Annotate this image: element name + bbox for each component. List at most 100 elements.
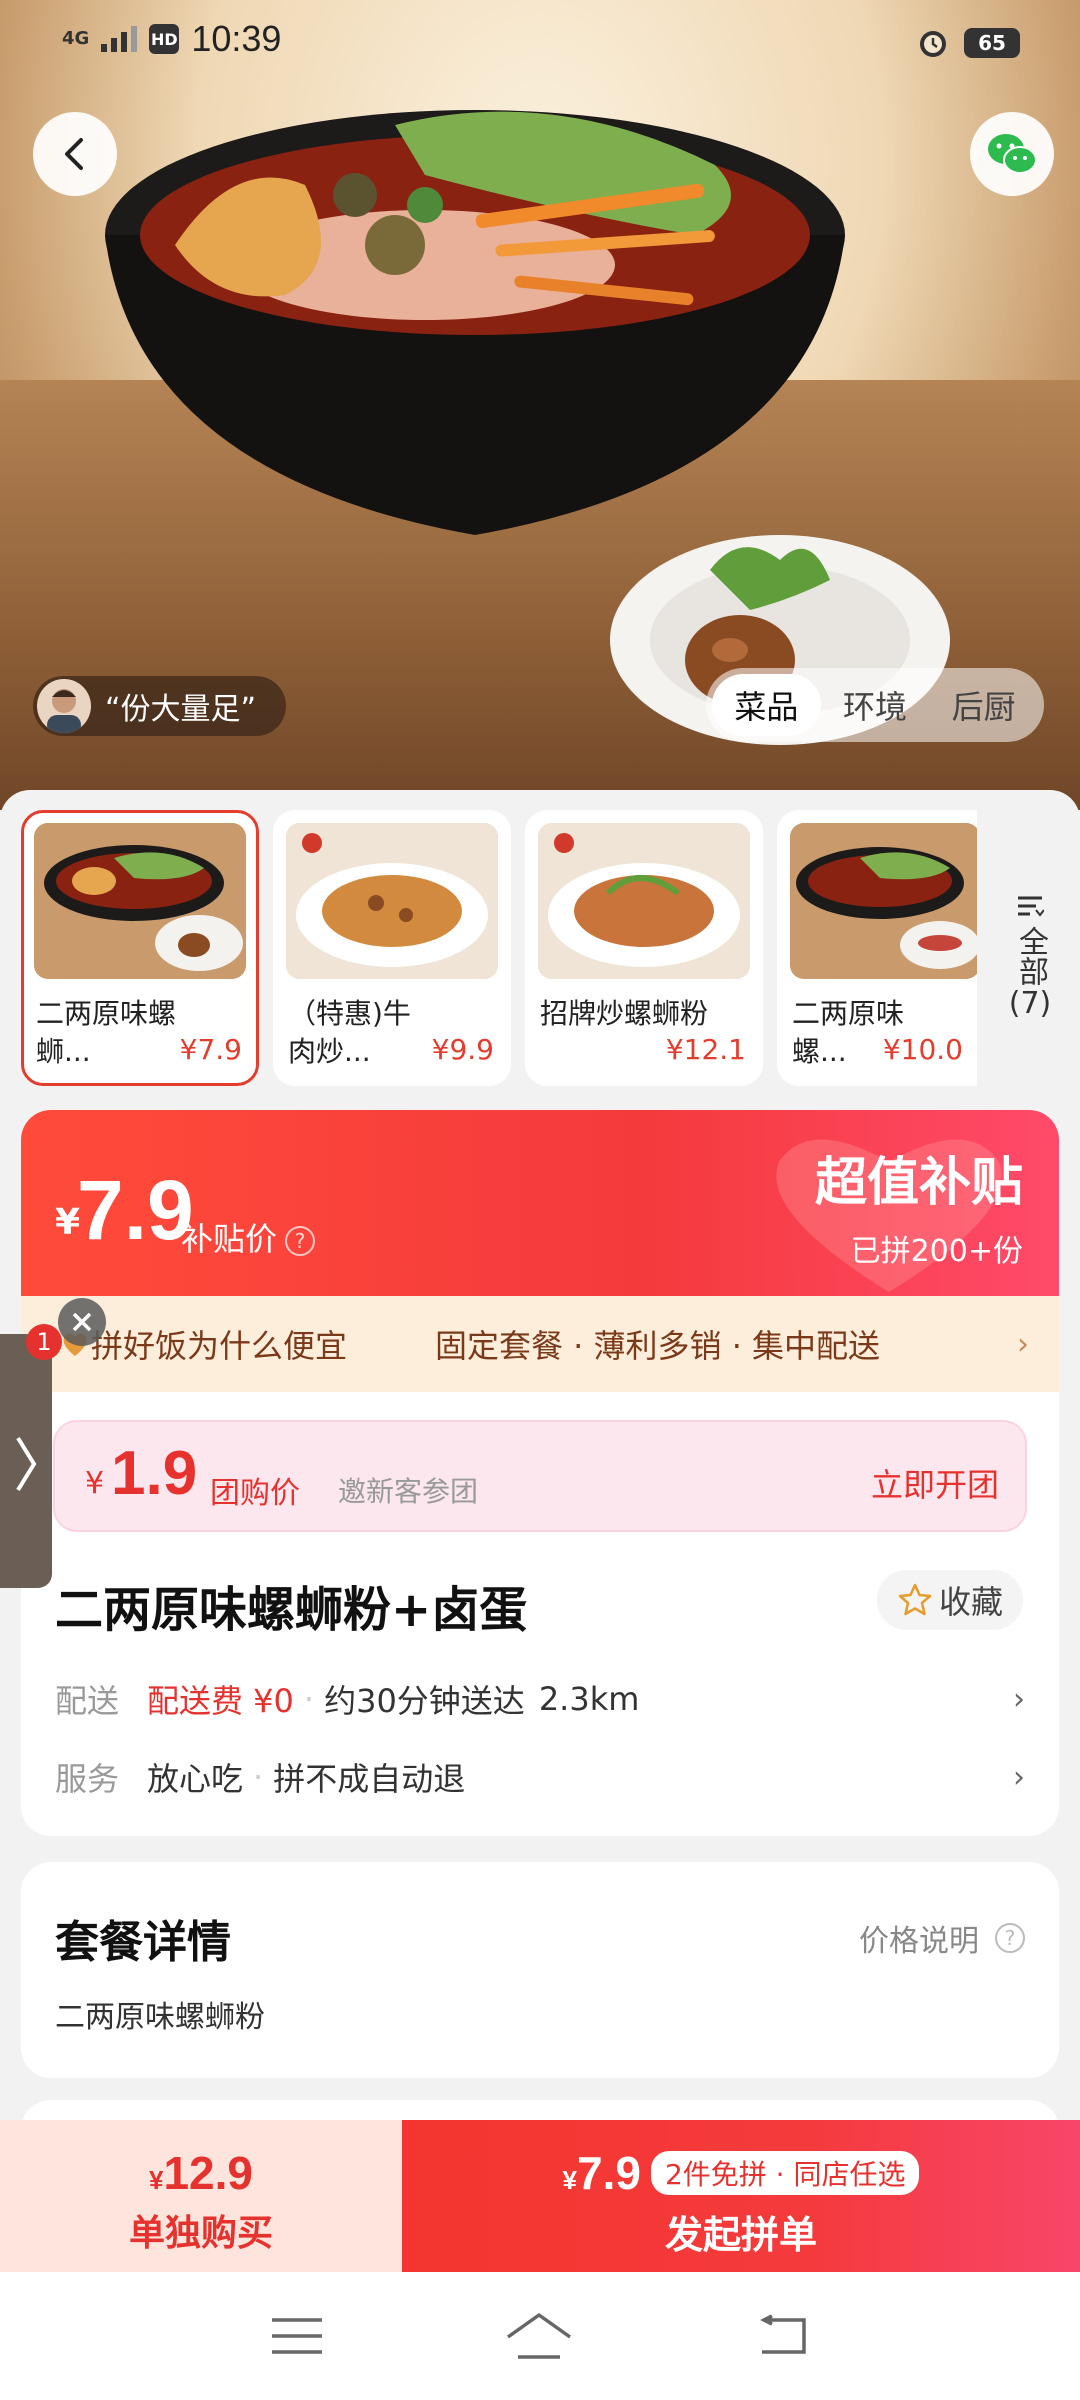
package-item: 二两原味螺蛳粉	[55, 2000, 265, 2035]
product-title: 二两原味螺蛳粉+卤蛋	[55, 1582, 528, 1638]
list-filter-icon	[1018, 896, 1045, 917]
subsidy-banner: ¥ 7.9 补贴价? 超值补贴 已拼200+份	[21, 1110, 1059, 1296]
price-explanation-button[interactable]: 价格说明 ?	[859, 1916, 1025, 1960]
dish-thumbnail	[790, 823, 977, 979]
favorite-label: 收藏	[938, 1583, 1003, 1621]
wechat-share-button[interactable]	[970, 112, 1054, 196]
noodle-bowl-image	[105, 110, 845, 535]
delivery-distance: 2.3km	[538, 1680, 640, 1718]
star-icon	[898, 1583, 932, 1616]
group-note: 邀新客参团	[338, 1475, 479, 1508]
buy-alone-label: 单独购买	[128, 2213, 273, 2254]
hd-icon: HD	[149, 24, 180, 54]
why-cheap-bar[interactable]: 拼好饭为什么便宜 固定套餐 · 薄利多销 · 集中配送 ›	[21, 1296, 1059, 1392]
start-group-order-button[interactable]: ¥7.9 2件免拼 · 同店任选 发起拼单	[402, 2120, 1080, 2272]
chevron-right-icon	[16, 1436, 37, 1492]
subsidy-label-text: 补贴价	[181, 1220, 278, 1258]
group-price: 1.9	[111, 1439, 198, 1508]
delivery-time: 约30分钟送达	[324, 1682, 525, 1720]
chevron-right-icon: ›	[1017, 1326, 1029, 1362]
subsidy-price: 7.9	[77, 1163, 194, 1257]
service-refund: 拼不成自动退	[273, 1760, 466, 1798]
back-nav-icon[interactable]	[754, 2314, 810, 2358]
photo-category-tabs: 菜品 环境 后厨	[706, 668, 1044, 742]
why-cheap-title: 拼好饭为什么便宜	[91, 1327, 348, 1365]
solo-currency: ¥	[149, 2165, 164, 2195]
subsidy-price-label: 补贴价?	[181, 1214, 316, 1260]
group-order-price-line: ¥7.9 2件免拼 · 同店任选	[402, 2146, 1080, 2200]
dish-name: 招牌炒螺蛳粉	[540, 997, 709, 1030]
network-indicator: 4G	[62, 28, 90, 49]
hero-image[interactable]: 4G HD 10:39 65 “份大量足” 菜品 环境 后厨	[0, 0, 1080, 810]
dish-card[interactable]: 招牌炒螺蛳粉 ¥12.1	[525, 810, 763, 1086]
service-row[interactable]: 服务 放心吃 · 拼不成自动退 ›	[55, 1752, 1025, 1802]
tab-kitchen[interactable]: 后厨	[929, 674, 1038, 736]
dish-price: ¥9.9	[431, 1033, 494, 1066]
all-dishes-button[interactable]: 全部 (7)	[1000, 890, 1060, 1022]
tab-environment[interactable]: 环境	[821, 674, 930, 736]
home-icon[interactable]	[504, 2311, 574, 2361]
service-key: 服务	[55, 1760, 120, 1798]
package-details-card: 套餐详情 价格说明 ? 二两原味螺蛳粉	[21, 1862, 1059, 2078]
bottom-action-bar: ¥12.9 单独购买 ¥7.9 2件免拼 · 同店任选 发起拼单	[0, 2120, 1080, 2272]
package-details-title: 套餐详情	[55, 1917, 231, 1968]
buy-alone-button[interactable]: ¥12.9 单独购买	[0, 2120, 402, 2272]
battery-indicator: 65	[964, 28, 1020, 58]
group-order-currency: ¥	[562, 2165, 577, 2195]
wechat-icon	[988, 134, 1037, 174]
help-icon[interactable]: ?	[285, 1226, 316, 1256]
reviewer-avatar	[37, 679, 91, 733]
dish-name: 二两原味螺蛳...	[36, 997, 177, 1068]
help-icon: ?	[995, 1923, 1025, 1953]
group-order-chip: 2件免拼 · 同店任选	[650, 2151, 920, 2195]
dish-price: ¥12.1	[665, 1033, 746, 1066]
dish-thumbnail	[286, 823, 498, 979]
dish-name: （特惠)牛肉炒...	[288, 997, 411, 1068]
system-navigation-bar	[0, 2272, 1080, 2400]
dish-thumbnail	[538, 823, 750, 979]
alarm-icon	[920, 31, 946, 57]
dish-price: ¥10.0	[882, 1033, 963, 1066]
review-quote-pill[interactable]: “份大量足”	[33, 676, 287, 736]
group-order-price-value: 7.9	[576, 2147, 641, 2199]
close-icon	[72, 1312, 92, 1332]
product-info-card: ¥ 1.9 团购价 邀新客参团 立即开团 二两原味螺蛳粉+卤蛋 收藏 配送 配送…	[21, 1392, 1059, 1836]
dish-card[interactable]: （特惠)牛肉炒... ¥9.9	[273, 810, 511, 1086]
all-dishes-label: 全部	[1013, 926, 1048, 986]
all-dishes-count: (7)	[1008, 986, 1052, 1021]
status-bar: 4G HD 10:39 65	[0, 0, 1080, 90]
signal-icon	[101, 26, 138, 52]
chevron-right-icon: ›	[1013, 1759, 1025, 1795]
group-price-label: 团购价	[210, 1476, 300, 1511]
separator-dot: ·	[253, 1758, 264, 1796]
dish-card[interactable]: 二两原味螺蛳... ¥7.9	[21, 810, 259, 1086]
notification-badge: 1	[26, 1324, 62, 1360]
back-button[interactable]	[33, 112, 117, 196]
tab-dishes[interactable]: 菜品	[712, 674, 821, 736]
separator-dot: ·	[303, 1680, 315, 1718]
dish-card[interactable]: 二两原味螺... ¥10.0	[777, 810, 977, 1086]
subsidy-title: 超值补贴	[814, 1153, 1023, 1213]
dish-selector-strip: 二两原味螺蛳... ¥7.9 （特惠)牛肉炒... ¥9.9 招牌炒螺蛳粉 ¥1…	[0, 790, 1080, 1100]
back-arrow-icon	[65, 138, 83, 170]
group-order-price: ¥7.9	[563, 2146, 641, 2200]
start-group-order-label: 发起拼单	[664, 2213, 817, 2257]
favorite-button[interactable]: 收藏	[876, 1570, 1023, 1630]
group-currency: ¥	[85, 1466, 105, 1501]
price-explanation-label: 价格说明	[859, 1924, 979, 1959]
delivery-key: 配送	[55, 1682, 120, 1720]
clock: 10:39	[191, 18, 282, 59]
sold-count: 已拼200+份	[850, 1234, 1023, 1269]
close-floating-button[interactable]	[58, 1298, 106, 1346]
service-guarantee: 放心吃	[147, 1760, 244, 1798]
chevron-right-icon: ›	[1013, 1681, 1025, 1717]
open-group-button[interactable]: 立即开团	[871, 1460, 999, 1506]
solo-price-value: 12.9	[163, 2147, 253, 2199]
delivery-row[interactable]: 配送 配送费 ¥0 · 约30分钟送达 2.3km ›	[55, 1674, 1025, 1724]
why-cheap-reasons: 固定套餐 · 薄利多销 · 集中配送	[435, 1327, 881, 1365]
group-buy-box[interactable]: ¥ 1.9 团购价 邀新客参团 立即开团	[53, 1420, 1027, 1532]
delivery-fee: 配送费 ¥0	[147, 1682, 294, 1720]
menu-icon[interactable]	[270, 2316, 324, 2356]
review-quote-text: “份大量足”	[105, 692, 257, 727]
floating-side-tab[interactable]	[0, 1334, 52, 1588]
